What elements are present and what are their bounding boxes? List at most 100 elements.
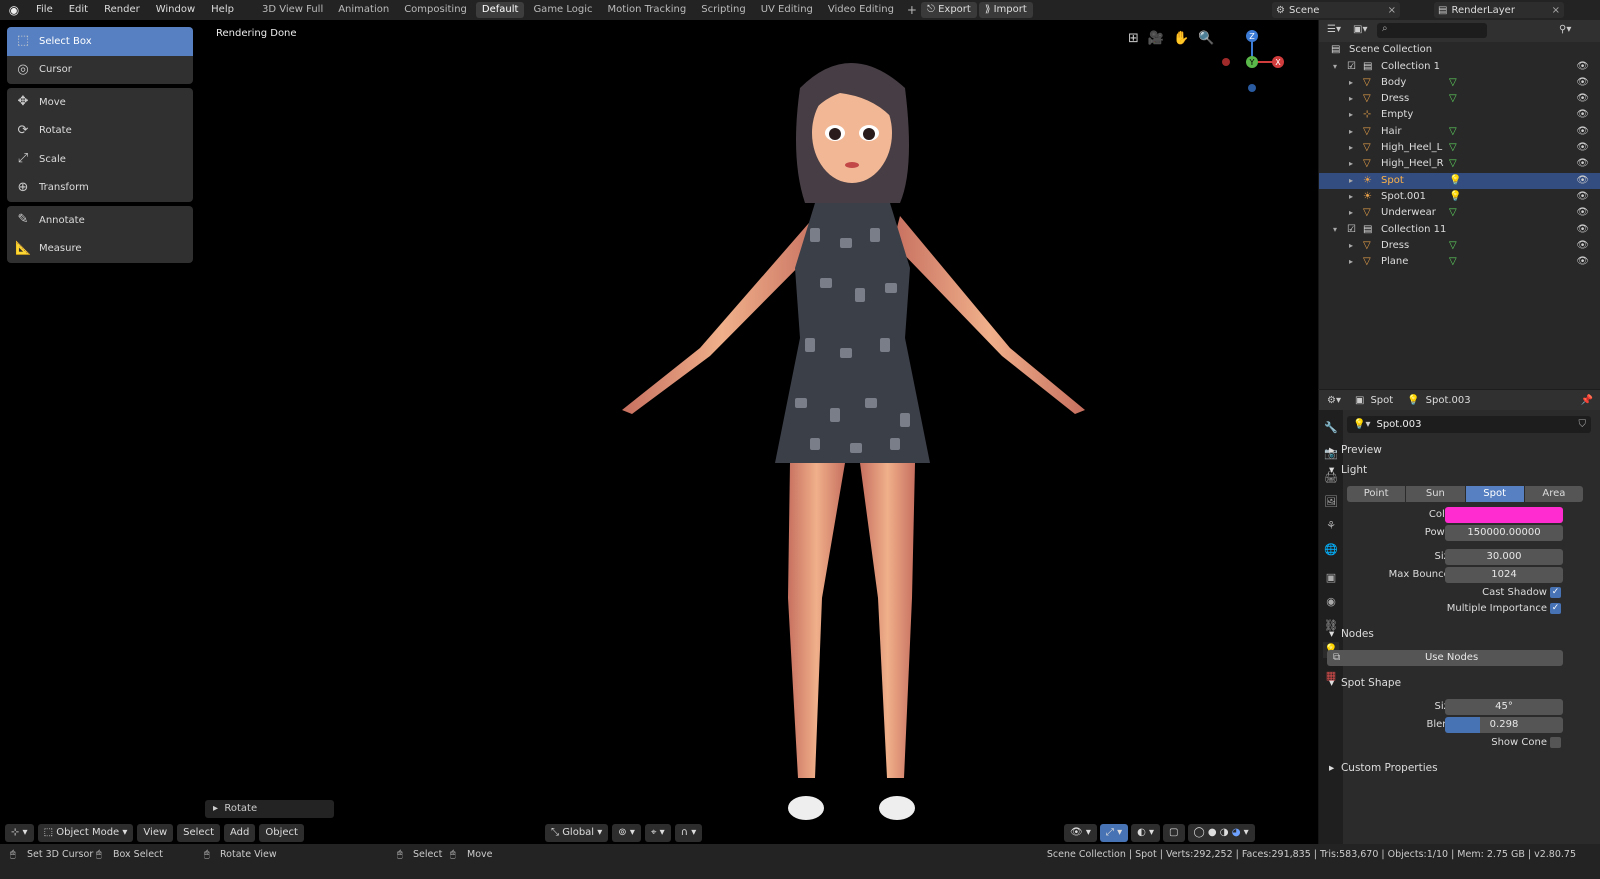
expand-toggle-icon[interactable]: ▸ bbox=[1349, 91, 1353, 107]
light-data-icon[interactable]: 💡 bbox=[1449, 173, 1461, 189]
visibility-eye-icon[interactable]: 👁 bbox=[1576, 222, 1589, 238]
proportional-editing[interactable]: ∩ ▾ bbox=[674, 824, 703, 842]
axis-gizmo[interactable]: Z X Y bbox=[1212, 26, 1288, 106]
mesh-data-icon[interactable]: ▽ bbox=[1449, 238, 1457, 254]
import-button[interactable]: ⟫ Import bbox=[978, 2, 1033, 18]
outliner-item[interactable]: ▸ ⊹ Empty 👁 bbox=[1319, 107, 1600, 123]
visibility-eye-icon[interactable]: 👁 bbox=[1576, 75, 1589, 91]
panel-custom-properties[interactable]: ▸ Custom Properties bbox=[1329, 762, 1438, 774]
outliner-item[interactable]: ▸ ▽ Dress ▽ 👁 bbox=[1319, 238, 1600, 254]
outliner-item[interactable]: ▸ ▽ Hair ▽ 👁 bbox=[1319, 124, 1600, 140]
tool-cursor[interactable]: ◎ Cursor bbox=[7, 56, 193, 85]
editor-type-icon[interactable]: ☰▾ bbox=[1327, 24, 1341, 35]
scene-selector[interactable]: ⚙ Scene × bbox=[1272, 2, 1400, 18]
tool-transform[interactable]: ⊕ Transform bbox=[7, 174, 193, 203]
world-tab-icon[interactable]: 🌐 bbox=[1323, 542, 1339, 558]
menu-window[interactable]: Window bbox=[148, 0, 203, 20]
tool-tab-icon[interactable]: 🔧 bbox=[1323, 420, 1339, 436]
outliner-search-input[interactable]: ⌕ bbox=[1377, 23, 1487, 38]
editor-type-button[interactable]: ⊹ ▾ bbox=[5, 824, 34, 842]
blender-logo-icon[interactable]: ◉ bbox=[0, 3, 28, 17]
shading-modes[interactable]: ◯ ● ◑ ◕ ▾ bbox=[1187, 824, 1255, 842]
power-field[interactable]: 150000.00000 bbox=[1445, 525, 1563, 541]
multiple-importance-checkbox[interactable]: ✓ bbox=[1550, 603, 1561, 614]
menu-help[interactable]: Help bbox=[203, 0, 242, 20]
expand-toggle-icon[interactable]: ▸ bbox=[1349, 75, 1353, 91]
mesh-data-icon[interactable]: ▽ bbox=[1449, 140, 1457, 156]
grid-view-icon[interactable]: ⊞ bbox=[1128, 31, 1139, 46]
expand-toggle-icon[interactable]: ▸ bbox=[1349, 254, 1353, 270]
size-field[interactable]: 30.000 bbox=[1445, 549, 1563, 565]
visibility-eye-icon[interactable]: 👁 bbox=[1576, 189, 1589, 205]
outliner-item[interactable]: ▸ ▽ Underwear ▽ 👁 bbox=[1319, 205, 1600, 221]
outliner-item[interactable]: ▸ ▽ Plane ▽ 👁 bbox=[1319, 254, 1600, 270]
panel-spot-shape[interactable]: ▾ Spot Shape bbox=[1329, 677, 1401, 689]
visibility-eye-icon[interactable]: 👁 bbox=[1576, 238, 1589, 254]
visibility-icon[interactable]: 👁 ▾ bbox=[1064, 824, 1097, 842]
tool-annotate[interactable]: ✎ Annotate bbox=[7, 206, 193, 235]
expand-toggle-icon[interactable]: ▸ bbox=[1349, 238, 1353, 254]
tab-default[interactable]: Default bbox=[475, 2, 525, 18]
snap-selector[interactable]: ⌖ ▾ bbox=[644, 824, 671, 842]
light-color-swatch[interactable] bbox=[1445, 507, 1563, 523]
camera-icon[interactable]: 🎥 bbox=[1148, 31, 1164, 46]
use-nodes-button[interactable]: ⧉ Use Nodes bbox=[1327, 650, 1563, 666]
menu-file[interactable]: File bbox=[28, 0, 61, 20]
light-type-spot[interactable]: Spot bbox=[1465, 486, 1524, 502]
tab-motion-tracking[interactable]: Motion Tracking bbox=[602, 2, 693, 18]
expand-toggle-icon[interactable]: ▸ bbox=[1349, 189, 1353, 205]
display-mode-icon[interactable]: ▣▾ bbox=[1353, 24, 1367, 35]
visibility-eye-icon[interactable]: 👁 bbox=[1576, 156, 1589, 172]
outliner-item[interactable]: ▾ ☑ ▤ Collection 1 👁 bbox=[1319, 59, 1600, 75]
outliner-item[interactable]: ▸ ☀ Spot.001 💡 👁 bbox=[1319, 189, 1600, 205]
filter-icon[interactable]: ⚲▾ bbox=[1559, 24, 1571, 35]
outliner-root[interactable]: ▤ Scene Collection bbox=[1319, 42, 1600, 58]
collection-checkbox[interactable]: ☑ bbox=[1347, 222, 1356, 238]
physics-tab-icon[interactable]: ◉ bbox=[1323, 594, 1339, 610]
object-tab-icon[interactable]: ▣ bbox=[1323, 570, 1339, 586]
outliner-item[interactable]: ▸ ▽ Body ▽ 👁 bbox=[1319, 75, 1600, 91]
render-layer-selector[interactable]: ▤ RenderLayer × bbox=[1434, 2, 1564, 18]
tab-animation[interactable]: Animation bbox=[332, 2, 395, 18]
expand-toggle-icon[interactable]: ▸ bbox=[1349, 205, 1353, 221]
expand-toggle-icon[interactable]: ▸ bbox=[1349, 173, 1353, 189]
expand-toggle-icon[interactable]: ▸ bbox=[1349, 140, 1353, 156]
neg-z-axis[interactable] bbox=[1248, 84, 1256, 92]
visibility-eye-icon[interactable]: 👁 bbox=[1576, 59, 1589, 75]
spot-size-field[interactable]: 45° bbox=[1445, 699, 1563, 715]
cast-shadow-checkbox[interactable]: ✓ bbox=[1550, 587, 1561, 598]
panel-preview[interactable]: ▸ Preview bbox=[1329, 444, 1382, 456]
orientation-selector[interactable]: ⤡ Global ▾ bbox=[545, 824, 609, 842]
tab-scripting[interactable]: Scripting bbox=[695, 2, 751, 18]
scene-tab-icon[interactable]: ⚘ bbox=[1323, 518, 1339, 534]
expand-toggle-icon[interactable]: ▾ bbox=[1333, 222, 1337, 238]
mesh-data-icon[interactable]: ▽ bbox=[1449, 254, 1457, 270]
neg-x-axis[interactable] bbox=[1222, 58, 1230, 66]
visibility-eye-icon[interactable]: 👁 bbox=[1576, 173, 1589, 189]
tab-compositing[interactable]: Compositing bbox=[398, 2, 473, 18]
last-operator-panel[interactable]: ▸ Rotate bbox=[205, 800, 334, 818]
tool-scale[interactable]: ⤢ Scale bbox=[7, 145, 193, 174]
editor-type-icon[interactable]: ⚙▾ bbox=[1327, 395, 1341, 406]
pivot-selector[interactable]: ⊚ ▾ bbox=[612, 824, 641, 842]
mesh-data-icon[interactable]: ▽ bbox=[1449, 124, 1457, 140]
view-layer-tab-icon[interactable]: 🖼 bbox=[1323, 494, 1339, 510]
hand-icon[interactable]: ✋ bbox=[1173, 31, 1189, 46]
tab-3d-view-full[interactable]: 3D View Full bbox=[256, 2, 329, 18]
light-type-point[interactable]: Point bbox=[1347, 486, 1406, 502]
mesh-data-icon[interactable]: ▽ bbox=[1449, 156, 1457, 172]
visibility-eye-icon[interactable]: 👁 bbox=[1576, 91, 1589, 107]
tab-game-logic[interactable]: Game Logic bbox=[527, 2, 598, 18]
expand-toggle-icon[interactable]: ▸ bbox=[1349, 124, 1353, 140]
menu-view[interactable]: View bbox=[137, 824, 174, 842]
outliner-item[interactable]: ▸ ▽ Dress ▽ 👁 bbox=[1319, 91, 1600, 107]
expand-toggle-icon[interactable]: ▸ bbox=[1349, 107, 1353, 123]
fake-user-icon[interactable]: ⛉ bbox=[1579, 419, 1587, 430]
panel-light[interactable]: ▾ Light bbox=[1329, 464, 1367, 476]
close-icon[interactable]: × bbox=[1552, 5, 1560, 16]
tool-measure[interactable]: 📐 Measure bbox=[7, 235, 193, 264]
mesh-data-icon[interactable]: ▽ bbox=[1449, 91, 1457, 107]
menu-add[interactable]: Add bbox=[224, 824, 256, 842]
add-workspace-icon[interactable]: + bbox=[907, 3, 917, 17]
menu-object[interactable]: Object bbox=[259, 824, 304, 842]
